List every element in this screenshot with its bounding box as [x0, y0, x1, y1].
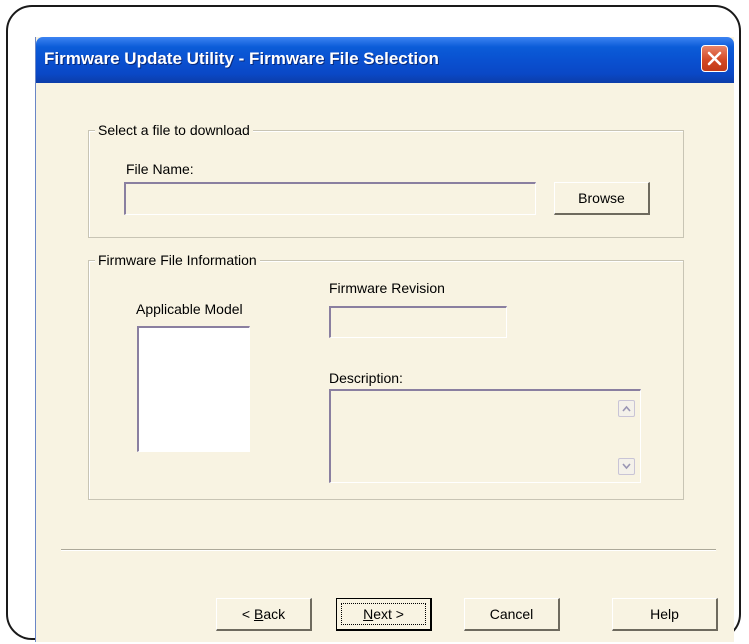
scroll-up-button[interactable]: [618, 400, 635, 417]
back-rest: ack: [263, 606, 286, 622]
help-button[interactable]: Help: [612, 598, 718, 631]
applicable-model-label: Applicable Model: [136, 301, 243, 317]
browse-button-label: Browse: [578, 190, 625, 206]
chevron-down-icon: [622, 463, 631, 470]
browse-button[interactable]: Browse: [554, 182, 650, 215]
chevron-up-icon: [622, 405, 631, 412]
description-field[interactable]: [329, 389, 641, 483]
focus-ring: [341, 603, 426, 625]
scroll-down-button[interactable]: [618, 458, 635, 475]
title-bar[interactable]: Firmware Update Utility - Firmware File …: [36, 37, 734, 83]
footer-separator: [61, 549, 716, 551]
cancel-button[interactable]: Cancel: [464, 598, 560, 631]
close-button[interactable]: [701, 45, 728, 72]
file-name-field[interactable]: [124, 182, 536, 215]
cancel-button-label: Cancel: [489, 606, 534, 622]
description-label: Description:: [329, 370, 403, 386]
firmware-info-legend: Firmware File Information: [95, 252, 260, 268]
next-button[interactable]: Next >: [336, 598, 432, 631]
help-button-label: Help: [650, 606, 679, 622]
applicable-model-list[interactable]: [137, 326, 250, 452]
firmware-revision-label: Firmware Revision: [329, 280, 445, 296]
select-file-legend: Select a file to download: [95, 122, 253, 138]
dialog-window: Firmware Update Utility - Firmware File …: [35, 37, 734, 642]
window-title: Firmware Update Utility - Firmware File …: [44, 49, 439, 68]
back-mnemonic: B: [253, 606, 264, 622]
file-name-label: File Name:: [126, 161, 194, 177]
close-icon: [707, 51, 722, 66]
firmware-revision-field[interactable]: [329, 306, 507, 338]
back-prefix: <: [241, 606, 254, 622]
back-button[interactable]: < Back: [216, 598, 312, 631]
